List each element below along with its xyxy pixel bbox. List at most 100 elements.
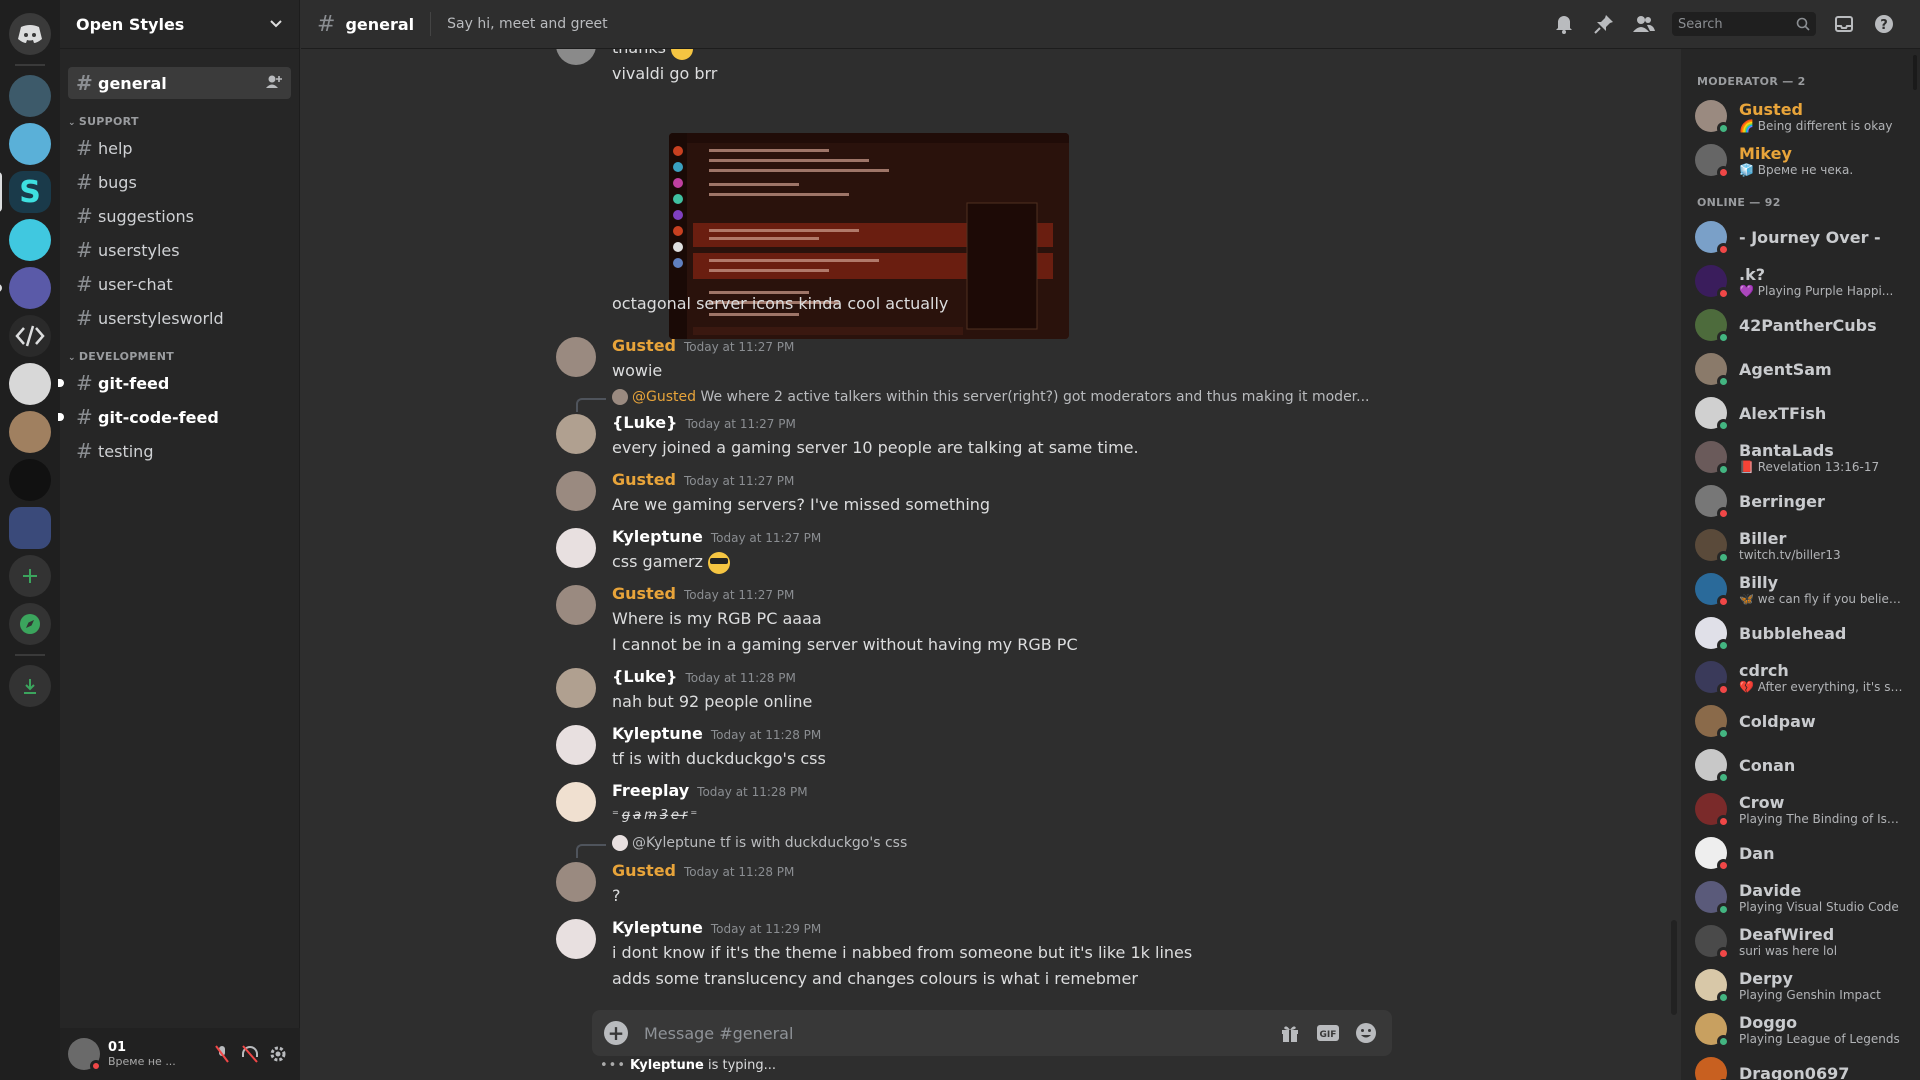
hash-icon: # (76, 306, 93, 330)
member-item[interactable]: Billy 🦋 we can fly if you believe... (1681, 567, 1920, 611)
channel-testing[interactable]: # testing (68, 435, 291, 467)
mute-microphone-icon[interactable] (208, 1040, 236, 1068)
message-author[interactable]: Gusted (612, 584, 676, 603)
server-icon[interactable] (9, 411, 51, 453)
member-item[interactable]: Conan (1681, 743, 1920, 787)
avatar[interactable] (556, 585, 596, 625)
message-author[interactable]: Kyleptune (612, 918, 703, 937)
user-name: 01 (108, 1040, 127, 1055)
member-item[interactable]: Mikey 🧊 Време не чека. (1681, 138, 1920, 182)
message-input[interactable] (644, 1023, 1266, 1043)
gift-icon[interactable] (1276, 1019, 1304, 1047)
guild-header[interactable]: Open Styles (60, 0, 299, 49)
message-author[interactable]: Freeplay (612, 781, 689, 800)
server-icon[interactable] (9, 219, 51, 261)
gif-icon[interactable]: GIF (1314, 1019, 1342, 1047)
message-author[interactable]: Kyleptune (612, 527, 703, 546)
channel-general[interactable]: # general (68, 67, 291, 99)
avatar[interactable] (556, 414, 596, 454)
member-list-scrollbar[interactable] (1913, 55, 1917, 90)
explore-compass-icon[interactable] (9, 603, 51, 645)
member-item[interactable]: Coldpaw (1681, 699, 1920, 743)
channel-userstyles[interactable]: # userstyles (68, 234, 291, 266)
search-box[interactable] (1672, 12, 1816, 36)
member-item[interactable]: Crow Playing The Binding of Isaac:... (1681, 787, 1920, 831)
member-item[interactable]: Derpy Playing Genshin Impact (1681, 963, 1920, 1007)
avatar[interactable] (556, 337, 596, 377)
avatar[interactable] (68, 1038, 102, 1072)
member-item[interactable]: Bubblehead (1681, 611, 1920, 655)
message: Gusted Today at 11:27 PM Are we gaming se… (556, 469, 1612, 518)
member-item[interactable]: Dragon0697 (1681, 1051, 1920, 1080)
avatar[interactable] (556, 919, 596, 959)
add-member-icon[interactable] (265, 74, 283, 90)
member-item[interactable]: Berringer (1681, 479, 1920, 523)
member-list-icon[interactable] (1632, 12, 1656, 36)
member-item[interactable]: DeafWired suri was here lol (1681, 919, 1920, 963)
avatar (1695, 969, 1730, 1004)
avatar[interactable] (556, 49, 596, 65)
channel-help[interactable]: # help (68, 132, 291, 164)
message-author[interactable]: {Luke} (612, 413, 677, 432)
member-item[interactable]: Biller twitch.tv/biller13 (1681, 523, 1920, 567)
member-item[interactable]: BantaLads 📕 Revelation 13:16-17 (1681, 435, 1920, 479)
search-input[interactable] (1678, 16, 1788, 32)
upload-plus-icon[interactable]: + (604, 1021, 628, 1045)
emoji-picker-icon[interactable] (1352, 1019, 1380, 1047)
member-item[interactable]: cdrch 💔 After everything, it's still ... (1681, 655, 1920, 699)
member-item[interactable]: Davide Playing Visual Studio Code (1681, 875, 1920, 919)
member-item[interactable]: 42PantherCubs (1681, 303, 1920, 347)
message-author[interactable]: {Luke} (612, 667, 677, 686)
message-author[interactable]: Kyleptune (612, 724, 703, 743)
channel-git-code-feed[interactable]: # git-code-feed (58, 401, 291, 433)
channel-user-chat[interactable]: # user-chat (68, 268, 291, 300)
message-author[interactable]: Gusted (612, 861, 676, 880)
avatar[interactable] (556, 725, 596, 765)
server-icon[interactable] (9, 363, 51, 405)
member-item[interactable]: - Journey Over - (1681, 215, 1920, 259)
deafen-headphones-icon[interactable] (236, 1040, 264, 1068)
message-author[interactable]: Gusted (612, 336, 676, 355)
bell-icon[interactable] (1552, 12, 1576, 36)
server-icon[interactable] (0, 267, 51, 309)
chat-scrollbar[interactable] (1671, 920, 1677, 1015)
hash-icon: # (317, 11, 336, 37)
server-icon-open-styles[interactable]: S (0, 171, 51, 213)
channel-topic[interactable]: Say hi, meet and greet (447, 16, 1544, 32)
category-development[interactable]: ⌄ DEVELOPMENT (68, 350, 299, 363)
avatar[interactable] (556, 471, 596, 511)
code-server-icon[interactable] (9, 315, 51, 357)
help-icon[interactable]: ? (1872, 12, 1896, 36)
member-item[interactable]: Gusted 🌈 Being different is okay (1681, 94, 1920, 138)
channel-userstylesworld[interactable]: # userstylesworld (68, 302, 291, 334)
avatar[interactable] (556, 668, 596, 708)
channel-bugs[interactable]: # bugs (68, 166, 291, 198)
download-icon[interactable] (9, 665, 51, 707)
message-text: nah but 92 people online (612, 692, 813, 711)
member-item[interactable]: AgentSam (1681, 347, 1920, 391)
member-item[interactable]: Dan (1681, 831, 1920, 875)
server-icon[interactable] (9, 459, 51, 501)
avatar[interactable] (556, 782, 596, 822)
server-folder-icon[interactable] (9, 507, 51, 549)
settings-gear-icon[interactable] (264, 1040, 292, 1068)
inbox-icon[interactable] (1832, 12, 1856, 36)
hash-icon: # (76, 371, 93, 395)
add-server-icon[interactable] (9, 555, 51, 597)
avatar[interactable] (556, 862, 596, 902)
discord-home-icon[interactable] (9, 13, 51, 55)
member-item[interactable]: AlexTFish (1681, 391, 1920, 435)
server-icon[interactable] (9, 123, 51, 165)
server-icon[interactable] (9, 75, 51, 117)
status-indicator-icon (1717, 595, 1730, 608)
member-item[interactable]: Doggo Playing League of Legends (1681, 1007, 1920, 1051)
avatar[interactable] (556, 528, 596, 568)
category-support[interactable]: ⌄ SUPPORT (68, 115, 299, 128)
channel-git-feed[interactable]: # git-feed (58, 367, 291, 399)
message-author[interactable]: Gusted (612, 470, 676, 489)
channel-suggestions[interactable]: # suggestions (68, 200, 291, 232)
member-item[interactable]: .k? 💜 Playing Purple Happi... (1681, 259, 1920, 303)
reply-reference[interactable]: @Gusted We where 2 active talkers within… (576, 389, 1370, 412)
reply-reference[interactable]: @Kyleptune tf is with duckduckgo's css (576, 835, 907, 858)
pin-icon[interactable] (1592, 12, 1616, 36)
